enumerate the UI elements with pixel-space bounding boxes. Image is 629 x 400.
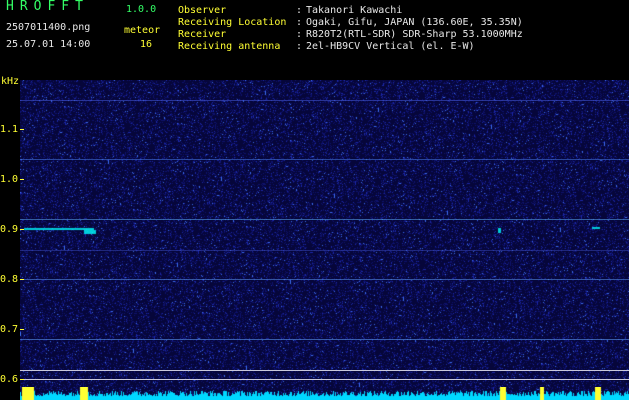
header-panel: HROFFT 1.0.0 2507011400.png meteor 25.07… — [0, 0, 629, 80]
carrier-line — [20, 219, 629, 220]
carrier-line — [20, 339, 629, 340]
meteor-label: meteor — [124, 25, 161, 36]
carrier-line — [20, 250, 629, 251]
signal-baseline — [20, 387, 629, 400]
reference-line — [20, 379, 629, 380]
spectrogram-plot — [20, 80, 629, 400]
info-label-location: Receiving Location — [178, 17, 287, 28]
carrier-line — [20, 159, 629, 160]
y-tick-label: 1.0 — [0, 174, 19, 185]
info-sep: : — [296, 29, 303, 40]
info-value-receiver: R820T2(RTL-SDR) SDR-Sharp 53.1000MHz — [306, 29, 523, 40]
info-label-antenna: Receiving antenna — [178, 41, 281, 52]
file-name: 2507011400.png — [6, 22, 91, 33]
info-value-observer: Takanori Kawachi — [306, 5, 403, 16]
info-value-antenna: 2el-HB9CV Vertical (el. E-W) — [306, 41, 475, 52]
carrier-line — [20, 100, 629, 101]
y-tick-label: 0.9 — [0, 224, 19, 235]
y-tick-label: 0.7 — [0, 324, 19, 335]
info-label-observer: Observer — [178, 5, 227, 16]
y-tick-label: 0.8 — [0, 274, 19, 285]
y-tick-label: 0.6 — [0, 374, 19, 385]
y-tick — [20, 279, 24, 280]
app-version: 1.0.0 — [126, 4, 157, 15]
y-tick — [20, 329, 24, 330]
meteor-count: 16 — [140, 39, 153, 50]
info-value-location: Ogaki, Gifu, JAPAN (136.60E, 35.35N) — [306, 17, 523, 28]
y-tick — [20, 179, 24, 180]
app-title: HROFFT — [6, 0, 89, 14]
info-sep: : — [296, 17, 303, 28]
info-label-receiver: Receiver — [178, 29, 227, 40]
info-sep: : — [296, 5, 303, 16]
info-sep: : — [296, 41, 303, 52]
y-axis-unit: kHz — [1, 76, 20, 87]
spectrogram-noise — [20, 80, 629, 400]
date-time: 25.07.01 14:00 — [6, 39, 91, 50]
carrier-line — [20, 279, 629, 280]
reference-line — [20, 370, 629, 371]
y-tick — [20, 229, 24, 230]
y-tick — [20, 379, 24, 380]
y-tick — [20, 129, 24, 130]
y-tick-label: 1.1 — [0, 124, 19, 135]
